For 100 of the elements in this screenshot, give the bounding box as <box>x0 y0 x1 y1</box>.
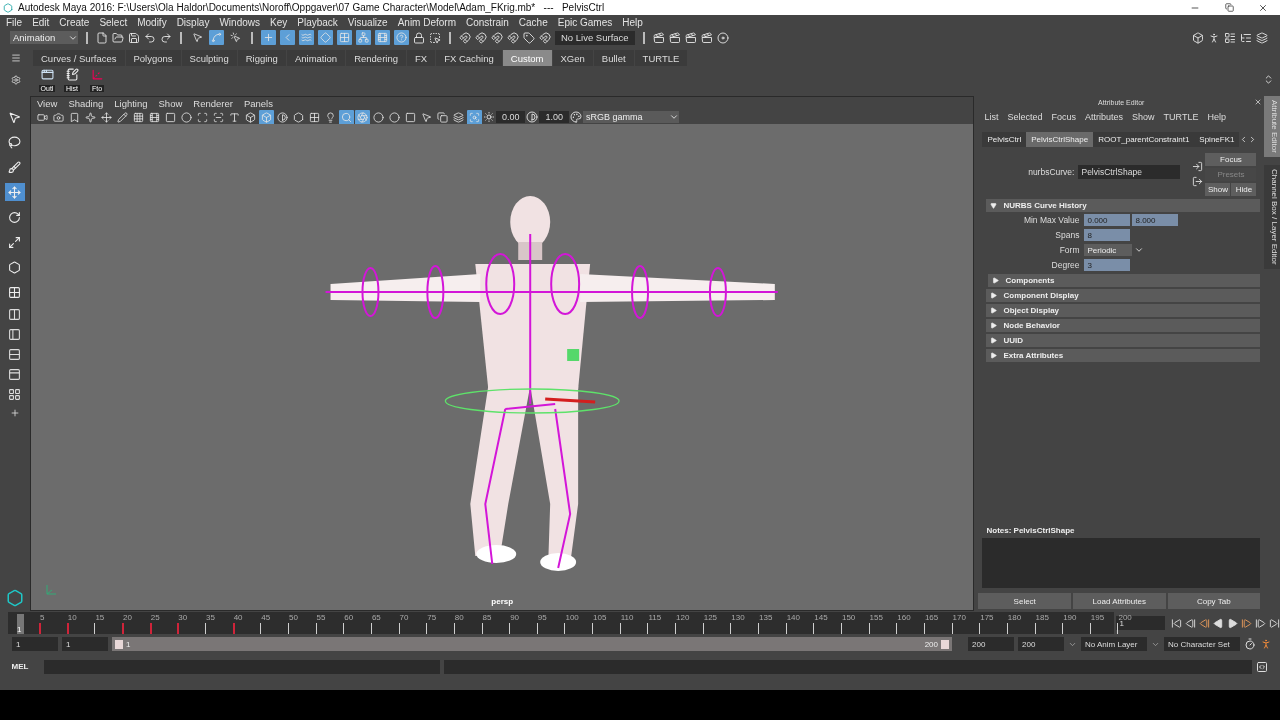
clapperboard-icon[interactable] <box>652 31 665 44</box>
network-toggle[interactable] <box>356 30 371 45</box>
copy-toggle[interactable] <box>434 109 450 125</box>
menu-item[interactable]: Anim Deform <box>397 16 456 28</box>
magnet-icon[interactable] <box>491 31 503 44</box>
shelf-tab[interactable]: Sculpting <box>181 50 237 66</box>
magnifier-toggle[interactable] <box>338 109 354 125</box>
anim-layer-dropdown[interactable]: No Anim Layer <box>1081 637 1147 651</box>
section-header[interactable]: Extra Attributes <box>986 349 1260 362</box>
shelf-tab[interactable]: XGen <box>552 50 593 66</box>
attribute-field[interactable]: 8 <box>1084 229 1131 241</box>
save-icon[interactable] <box>128 31 140 44</box>
side-tab[interactable]: Channel Box / Layer Editor <box>1264 164 1280 269</box>
shelf-tab[interactable]: Rendering <box>346 50 406 66</box>
layout-icon[interactable] <box>8 388 22 401</box>
shelf-tab[interactable]: TURTLE <box>634 50 688 66</box>
undo-icon[interactable] <box>144 31 156 44</box>
menu-item[interactable]: Windows <box>219 16 260 28</box>
viewport-menu-item[interactable]: Lighting <box>114 98 148 109</box>
wave-toggle[interactable] <box>299 30 314 45</box>
notebook-icon[interactable] <box>65 67 79 81</box>
notes-field[interactable] <box>982 538 1260 588</box>
film-toggle[interactable] <box>375 30 390 45</box>
shelf-tab[interactable]: FX Caching <box>436 50 502 66</box>
magnet-icon[interactable] <box>539 31 551 44</box>
frame-toggle[interactable] <box>466 109 482 125</box>
chevron-toggle[interactable] <box>280 30 295 45</box>
menu-item[interactable]: Focus <box>1051 112 1077 122</box>
shelf-tab[interactable]: Bullet <box>593 50 634 66</box>
layout-icon[interactable] <box>8 308 22 321</box>
grid-toggle[interactable] <box>337 30 352 45</box>
step-back-icon[interactable] <box>1185 617 1196 629</box>
section-header[interactable]: Node Behavior <box>986 319 1260 332</box>
shelf-tab[interactable]: Curves / Surfaces <box>33 50 125 66</box>
attribute-field[interactable]: 8.000 <box>1132 214 1179 226</box>
cube-toggle[interactable] <box>258 109 274 125</box>
person-icon[interactable] <box>1208 31 1220 44</box>
clapperboard-icon[interactable] <box>684 31 697 44</box>
contrast-icon[interactable] <box>526 111 539 123</box>
play-backward-icon[interactable] <box>1213 617 1224 629</box>
viewport-menu-item[interactable]: Renderer <box>193 98 233 109</box>
menu-item[interactable]: Visualize <box>347 16 388 28</box>
layout-icon[interactable] <box>8 328 22 341</box>
sun-icon[interactable] <box>482 111 495 123</box>
person-icon[interactable] <box>1260 638 1272 650</box>
disc-icon[interactable] <box>716 31 729 44</box>
menu-item[interactable]: Playback <box>297 16 338 28</box>
sparkle-toggle[interactable] <box>82 109 98 125</box>
close-icon[interactable] <box>1258 2 1268 13</box>
viewport-menu-item[interactable]: View <box>36 98 58 109</box>
menu-item[interactable]: Key <box>270 16 288 28</box>
circle-toggle[interactable] <box>370 109 386 125</box>
current-time-marker[interactable]: 1 <box>17 614 24 634</box>
folder-icon[interactable] <box>112 31 124 44</box>
caret-icon[interactable] <box>1134 245 1145 255</box>
menu-item[interactable]: Attributes <box>1085 112 1124 122</box>
menu-item[interactable]: Help <box>622 16 643 28</box>
end-time-field[interactable]: 200 <box>1018 637 1064 651</box>
output-icon[interactable] <box>1192 176 1204 187</box>
section-header[interactable]: Components <box>988 274 1260 287</box>
layout-icon[interactable] <box>8 368 22 381</box>
pointer-toggle[interactable] <box>228 30 243 45</box>
menu-item[interactable]: Epic Games <box>557 16 613 28</box>
range-handle[interactable] <box>115 639 123 649</box>
script-editor-icon[interactable] <box>1256 660 1268 673</box>
playback-start-field[interactable]: 1 <box>62 637 108 651</box>
mode-dropdown[interactable]: Animation <box>10 31 78 44</box>
start-time-field[interactable]: 1 <box>12 637 58 651</box>
viewport-menu-item[interactable]: Panels <box>243 98 273 109</box>
form-dropdown[interactable]: Periodic <box>1084 244 1133 256</box>
attribute-field[interactable]: 0.000 <box>1084 214 1131 226</box>
editor-button[interactable]: Select <box>978 593 1071 609</box>
file-icon[interactable] <box>96 31 108 44</box>
section-header[interactable]: NURBS Curve History <box>986 199 1260 212</box>
viewport-menu-item[interactable]: Show <box>158 98 183 109</box>
magnet-icon[interactable] <box>459 31 471 44</box>
layout-icon[interactable] <box>8 348 22 361</box>
menu-item[interactable]: List <box>984 112 999 122</box>
playback-end-field[interactable]: 200 <box>968 637 1014 651</box>
viewport-menu-item[interactable]: Shading <box>68 98 104 109</box>
curve-toggle[interactable] <box>209 30 224 45</box>
go-to-start-icon[interactable] <box>1171 617 1182 629</box>
magnet-icon[interactable] <box>475 31 487 44</box>
clapperboard-icon[interactable] <box>700 31 713 44</box>
plus-icon[interactable] <box>9 408 20 418</box>
node-tab[interactable]: PelvisCtrl <box>982 132 1027 147</box>
tag-icon[interactable] <box>523 31 535 44</box>
editor-button[interactable]: Load Attributes <box>1073 593 1166 609</box>
clapperboard-icon[interactable] <box>668 31 681 44</box>
menu-item[interactable]: Show <box>1132 112 1155 122</box>
question-toggle[interactable] <box>394 30 409 45</box>
restore-icon[interactable] <box>1224 3 1234 12</box>
settings-icon[interactable] <box>11 74 21 85</box>
menu-item[interactable]: Cache <box>518 16 548 28</box>
diamond-toggle[interactable] <box>318 30 333 45</box>
play-icon[interactable] <box>1227 617 1238 629</box>
panel-button[interactable]: Hide <box>1231 183 1257 196</box>
attribute-field[interactable]: 3 <box>1084 259 1131 271</box>
cube-icon[interactable] <box>1192 31 1204 44</box>
range-handle[interactable] <box>941 639 949 649</box>
